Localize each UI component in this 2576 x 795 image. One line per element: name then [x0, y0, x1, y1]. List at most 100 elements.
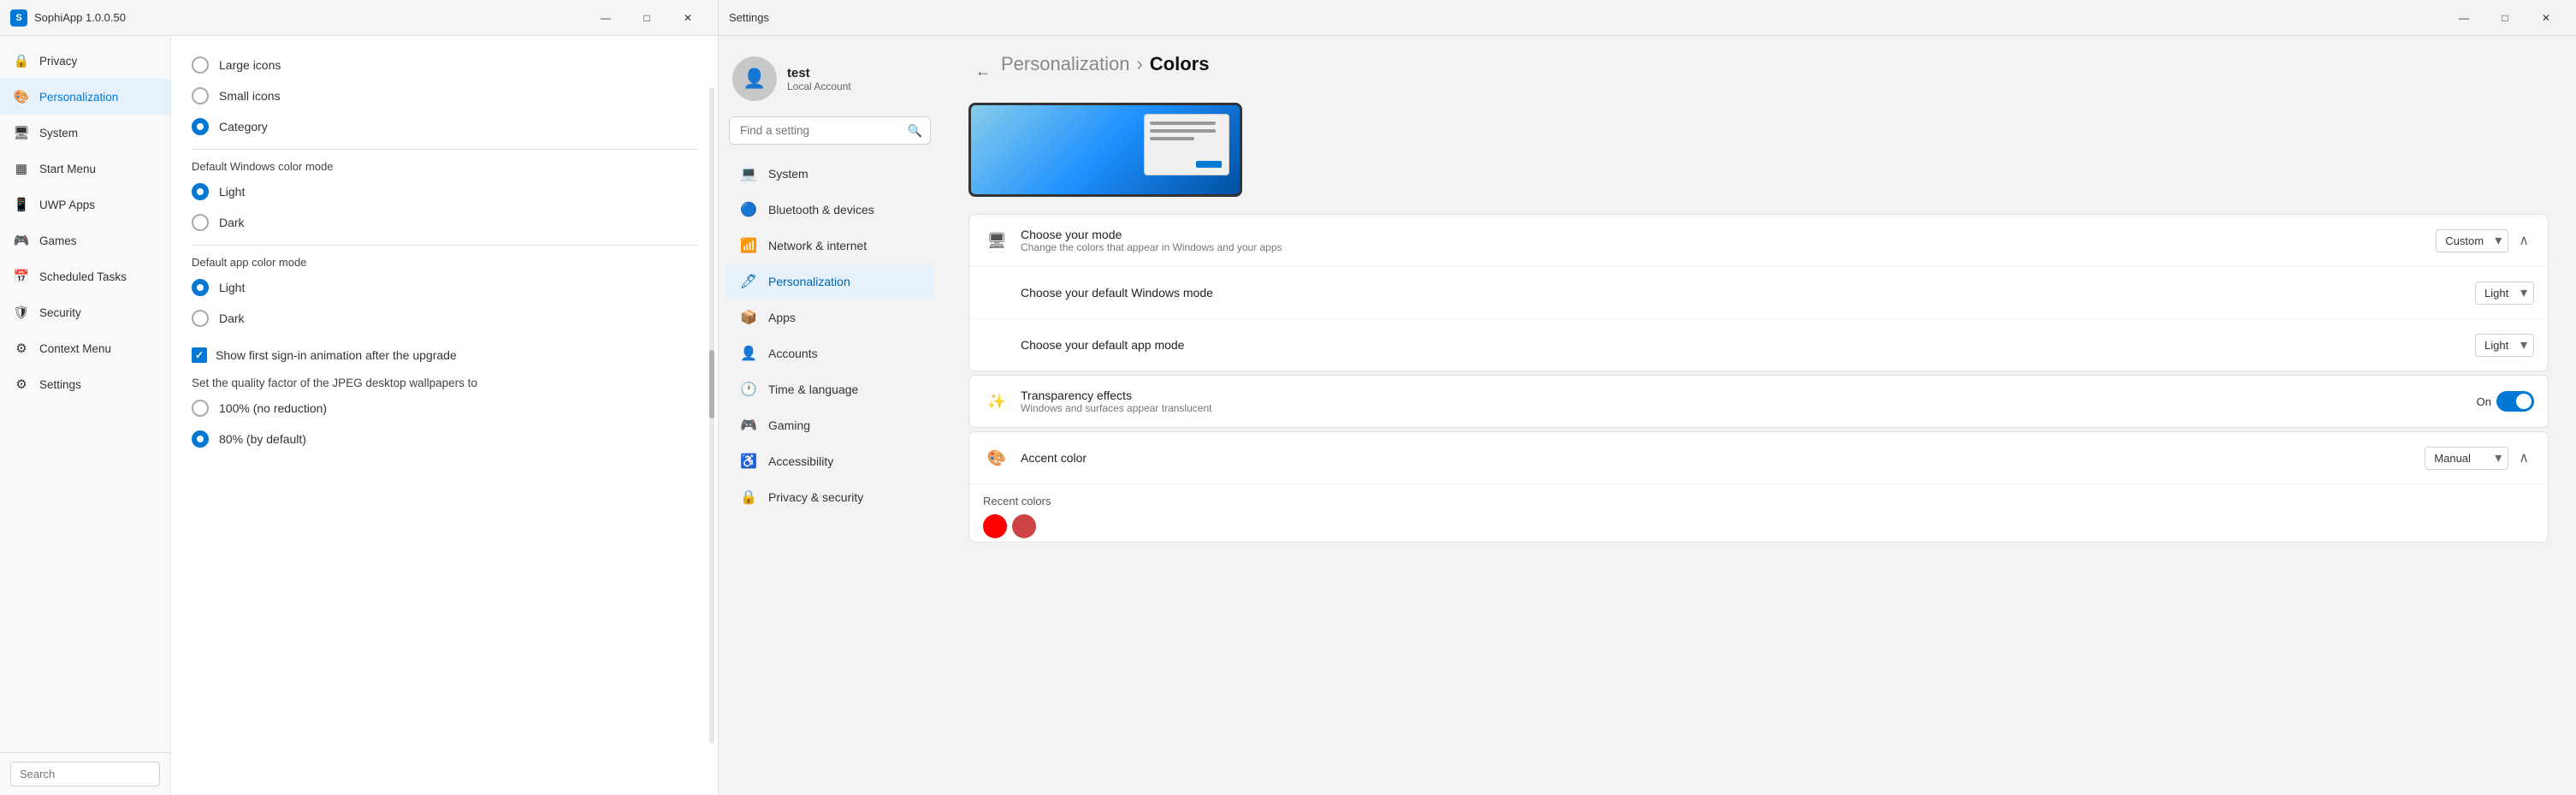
settings-minimize-button[interactable]: —: [2444, 4, 2484, 32]
quality-80-radio[interactable]: [192, 430, 209, 448]
transparency-row: ✨ Transparency effects Windows and surfa…: [969, 376, 2548, 427]
settings-panel: Settings — □ ✕ 👤 test Local Account 🔍 💻: [719, 0, 2576, 795]
color-swatch-darkred[interactable]: [1012, 514, 1036, 538]
accent-header: 🎨 Accent color Manual Automatic ∧: [969, 432, 2548, 484]
settings-nav-accounts[interactable]: 👤 Accounts: [725, 336, 934, 371]
color-swatches: [983, 514, 2534, 538]
theme-preview: [968, 103, 1242, 197]
settings-nav-privacy[interactable]: 🔒 Privacy & security: [725, 480, 934, 514]
settings-nav-personalization[interactable]: 🖊 Personalization: [725, 264, 934, 299]
sophi-panel: S SophiApp 1.0.0.50 — □ ✕ 🔒 Privacy 🎨 Pe…: [0, 0, 719, 795]
gaming-nav-icon: 🎮: [739, 416, 758, 435]
accent-chevron-up[interactable]: ∧: [2514, 448, 2534, 468]
choose-mode-dropdown[interactable]: Custom Light Dark: [2436, 229, 2508, 252]
accent-text: Accent color: [1021, 451, 2425, 465]
quality-100-option[interactable]: 100% (no reduction): [192, 393, 697, 424]
sign-in-animation-checkbox[interactable]: [192, 347, 207, 363]
scrollbar-thumb[interactable]: [709, 350, 714, 418]
app-light-radio[interactable]: [192, 279, 209, 296]
settings-title-left: Settings: [729, 11, 769, 24]
accent-color-title: Accent color: [1021, 451, 2425, 465]
personalization-icon: 🎨: [12, 87, 31, 106]
app-light-option[interactable]: Light: [192, 272, 697, 303]
sophi-maximize-button[interactable]: □: [627, 4, 666, 32]
category-label: Category: [219, 120, 268, 133]
settings-body: 👤 test Local Account 🔍 💻 System 🔵 Blueto…: [719, 36, 2576, 795]
accent-color-card: 🎨 Accent color Manual Automatic ∧: [968, 431, 2549, 543]
windows-dark-radio[interactable]: [192, 214, 209, 231]
sign-in-animation-option[interactable]: Show first sign-in animation after the u…: [192, 341, 697, 370]
jpeg-quality-group: 100% (no reduction) 80% (by default): [192, 393, 697, 454]
scheduled-tasks-icon: 📅: [12, 267, 31, 286]
sidebar-item-privacy[interactable]: 🔒 Privacy: [0, 43, 170, 79]
choose-mode-chevron-up[interactable]: ∧: [2514, 230, 2534, 251]
transparency-icon: ✨: [983, 388, 1010, 415]
windows-light-option[interactable]: Light: [192, 176, 697, 207]
accounts-nav-label: Accounts: [768, 347, 818, 360]
settings-nav-system[interactable]: 💻 System: [725, 157, 934, 191]
app-dark-radio[interactable]: [192, 310, 209, 327]
small-icons-radio[interactable]: [192, 87, 209, 104]
default-app-dropdown[interactable]: Light Dark: [2475, 334, 2534, 357]
sidebar-item-start-menu[interactable]: ▦ Start Menu: [0, 151, 170, 187]
sophi-minimize-button[interactable]: —: [586, 4, 625, 32]
default-app-control: Light Dark: [2475, 334, 2534, 357]
breadcrumb-parent[interactable]: Personalization: [1001, 53, 1129, 75]
large-icons-radio[interactable]: [192, 56, 209, 74]
divider-2: [192, 245, 697, 246]
sidebar-item-games[interactable]: 🎮 Games: [0, 222, 170, 258]
breadcrumb-row: ← Personalization › Colors: [968, 53, 2549, 89]
windows-light-radio[interactable]: [192, 183, 209, 200]
sophi-close-button[interactable]: ✕: [668, 4, 708, 32]
transparency-toggle[interactable]: [2496, 391, 2534, 412]
user-info: test Local Account: [787, 66, 851, 92]
sidebar-item-settings[interactable]: ⚙ Settings: [0, 366, 170, 402]
settings-nav-time[interactable]: 🕐 Time & language: [725, 372, 934, 406]
windows-color-mode-label: Default Windows color mode: [192, 160, 697, 173]
sophi-app-icon: S: [10, 9, 27, 27]
category-radio[interactable]: [192, 118, 209, 135]
settings-nav-accessibility[interactable]: ♿ Accessibility: [725, 444, 934, 478]
back-button[interactable]: ←: [968, 59, 998, 84]
sidebar-item-system[interactable]: 🖥 System: [0, 115, 170, 151]
search-input[interactable]: [10, 762, 160, 786]
gaming-nav-label: Gaming: [768, 418, 810, 432]
choose-mode-card: 🖥 Choose your mode Change the colors tha…: [968, 214, 2549, 371]
settings-maximize-button[interactable]: □: [2485, 4, 2525, 32]
settings-nav-bluetooth[interactable]: 🔵 Bluetooth & devices: [725, 193, 934, 227]
accounts-nav-icon: 👤: [739, 344, 758, 363]
settings-search-input[interactable]: [729, 116, 931, 145]
choose-mode-title: Choose your mode: [1021, 228, 2425, 241]
category-option[interactable]: Category: [192, 111, 697, 142]
small-icons-option[interactable]: Small icons: [192, 80, 697, 111]
settings-user: 👤 test Local Account: [719, 50, 941, 115]
sidebar-item-uwp-apps[interactable]: 📱 UWP Apps: [0, 187, 170, 222]
security-icon: 🛡: [12, 303, 31, 322]
settings-nav-apps[interactable]: 📦 Apps: [725, 300, 934, 335]
windows-dark-option[interactable]: Dark: [192, 207, 697, 238]
accessibility-nav-icon: ♿: [739, 452, 758, 471]
settings-nav-gaming[interactable]: 🎮 Gaming: [725, 408, 934, 442]
large-icons-option[interactable]: Large icons: [192, 50, 697, 80]
color-swatch-red[interactable]: [983, 514, 1007, 538]
jpeg-quality-label: Set the quality factor of the JPEG deskt…: [192, 377, 697, 389]
default-windows-dropdown[interactable]: Light Dark: [2475, 282, 2534, 305]
accent-dropdown[interactable]: Manual Automatic: [2425, 447, 2508, 470]
sidebar-item-security[interactable]: 🛡 Security: [0, 294, 170, 330]
app-dark-option[interactable]: Dark: [192, 303, 697, 334]
sidebar-item-context-menu[interactable]: ⚙ Context Menu: [0, 330, 170, 366]
settings-nav-network[interactable]: 📶 Network & internet: [725, 228, 934, 263]
transparency-subtitle: Windows and surfaces appear translucent: [1021, 402, 2466, 414]
app-dark-label: Dark: [219, 311, 245, 325]
settings-close-button[interactable]: ✕: [2526, 4, 2566, 32]
sidebar-item-scheduled-tasks[interactable]: 📅 Scheduled Tasks: [0, 258, 170, 294]
settings-content: ← Personalization › Colors: [941, 36, 2576, 795]
quality-80-option[interactable]: 80% (by default): [192, 424, 697, 454]
sidebar-item-personalization[interactable]: 🎨 Personalization: [0, 79, 170, 115]
breadcrumb-current: Colors: [1150, 53, 1210, 75]
choose-mode-subtitle: Change the colors that appear in Windows…: [1021, 241, 2425, 253]
small-icons-label: Small icons: [219, 89, 281, 103]
settings-titlebar: Settings — □ ✕: [719, 0, 2576, 36]
apps-nav-label: Apps: [768, 311, 796, 324]
quality-100-radio[interactable]: [192, 400, 209, 417]
